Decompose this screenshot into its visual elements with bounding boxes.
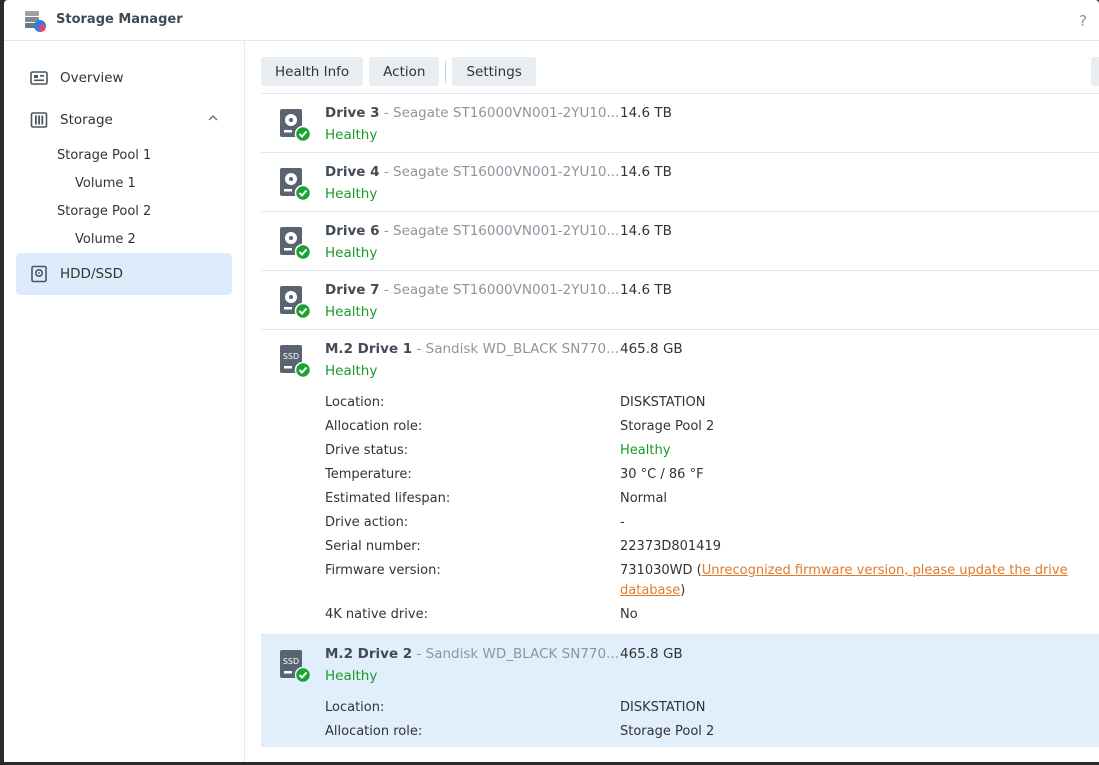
drive-title: Drive 7 — [325, 282, 380, 298]
detail-value-location: DISKSTATION — [620, 395, 706, 410]
sidebar-item-label: Storage — [60, 112, 113, 128]
chevron-up-icon[interactable] — [208, 113, 218, 123]
ssd-healthy-icon: SSD — [280, 650, 311, 683]
detail-value-drive-status: Healthy — [620, 443, 671, 458]
storage-manager-app-icon — [25, 11, 46, 32]
drive-name: M.2 Drive 2 - Sandisk WD_BLACK SN770... — [325, 646, 619, 662]
detail-label-location: Location: — [325, 395, 385, 410]
sidebar-item-hdd-ssd[interactable]: HDD/SSD — [16, 253, 232, 295]
detail-label-location: Location: — [325, 700, 385, 715]
drive-size: 14.6 TB — [620, 282, 672, 298]
detail-label-firmware: Firmware version: — [325, 563, 441, 578]
drive-name: Drive 6 - Seagate ST16000VN001-2YU10... — [325, 223, 619, 239]
overview-icon — [30, 71, 48, 85]
drive-status: Healthy — [325, 127, 378, 143]
hdd-healthy-icon — [280, 227, 311, 260]
drive-title: Drive 4 — [325, 164, 380, 180]
detail-label-temperature: Temperature: — [325, 467, 412, 482]
drive-status: Healthy — [325, 186, 378, 202]
drive-status: Healthy — [325, 304, 378, 320]
drive-name: Drive 7 - Seagate ST16000VN001-2YU10... — [325, 282, 619, 298]
detail-label-serial: Serial number: — [325, 539, 421, 554]
drive-size: 465.8 GB — [620, 646, 683, 662]
action-button[interactable]: Action — [369, 57, 440, 86]
drive-model: - Seagate ST16000VN001-2YU10... — [379, 282, 620, 298]
hdd-healthy-icon — [280, 286, 311, 319]
drive-title: Drive 6 — [325, 223, 380, 239]
main-content: Health Info Action Settings Drive 3 - Se… — [245, 41, 1099, 762]
sidebar-item-overview[interactable]: Overview — [16, 57, 232, 99]
detail-label-drive-status: Drive status: — [325, 443, 409, 458]
sidebar-item-label: HDD/SSD — [60, 266, 124, 282]
drive-row-expanded[interactable]: SSD M.2 Drive 1 - Sandisk WD_BLACK SN770… — [261, 330, 1099, 635]
drive-model: - Sandisk WD_BLACK SN770... — [412, 341, 619, 357]
drive-size: 465.8 GB — [620, 341, 683, 357]
detail-value-serial: 22373D801419 — [620, 539, 721, 554]
drive-size: 14.6 TB — [620, 223, 672, 239]
drive-status: Healthy — [325, 363, 378, 379]
sidebar-item-storage[interactable]: Storage — [16, 99, 232, 141]
hdd-icon — [31, 265, 47, 283]
title-bar: Storage Manager ? — [4, 0, 1099, 41]
drive-status: Healthy — [325, 668, 378, 684]
toolbar: Health Info Action Settings — [261, 57, 542, 86]
drive-title: M.2 Drive 2 — [325, 646, 413, 662]
detail-label-lifespan: Estimated lifespan: — [325, 491, 451, 506]
ssd-healthy-icon: SSD — [280, 345, 311, 378]
detail-label-allocation: Allocation role: — [325, 724, 423, 739]
sidebar-item-label: Overview — [60, 70, 124, 86]
detail-value-lifespan: Normal — [620, 491, 668, 506]
drive-list: Drive 3 - Seagate ST16000VN001-2YU10... … — [261, 93, 1099, 762]
sidebar-item-storage-pool-1[interactable]: Storage Pool 1 — [57, 148, 151, 163]
drive-row[interactable]: Drive 3 - Seagate ST16000VN001-2YU10... … — [261, 94, 1099, 153]
storage-manager-window: Storage Manager ? Overview Storage Stora… — [4, 0, 1099, 762]
firmware-update-link-cont[interactable]: database — [620, 583, 680, 598]
drive-row-selected[interactable]: SSD M.2 Drive 2 - Sandisk WD_BLACK SN770… — [261, 635, 1099, 747]
detail-value-allocation: Storage Pool 2 — [620, 419, 715, 434]
help-button[interactable]: ? — [1079, 12, 1087, 30]
ssd-badge-text: SSD — [283, 657, 299, 666]
detail-value-firmware: 731030WD (Unrecognized firmware version,… — [620, 561, 1090, 601]
firmware-version: 731030WD ( — [620, 563, 702, 578]
drive-model: - Seagate ST16000VN001-2YU10... — [379, 223, 620, 239]
detail-value-temperature: 30 °C / 86 °F — [620, 467, 704, 482]
firmware-close-paren: ) — [680, 583, 686, 598]
drive-row[interactable]: Drive 4 - Seagate ST16000VN001-2YU10... … — [261, 153, 1099, 212]
drive-row[interactable]: Drive 7 - Seagate ST16000VN001-2YU10... … — [261, 271, 1099, 330]
drive-status: Healthy — [325, 245, 378, 261]
settings-button[interactable]: Settings — [452, 57, 536, 86]
drive-row[interactable]: Drive 6 - Seagate ST16000VN001-2YU10... … — [261, 212, 1099, 271]
sidebar: Overview Storage Storage Pool 1 Volume 1… — [4, 41, 245, 762]
drive-model: - Seagate ST16000VN001-2YU10... — [379, 164, 620, 180]
drive-title: Drive 3 — [325, 105, 380, 121]
drive-model: - Sandisk WD_BLACK SN770... — [412, 646, 619, 662]
hdd-healthy-icon — [280, 168, 311, 201]
drive-model: - Seagate ST16000VN001-2YU10... — [379, 105, 620, 121]
ssd-badge-text: SSD — [283, 352, 299, 361]
detail-value-4k-native: No — [620, 607, 638, 622]
detail-label-drive-action: Drive action: — [325, 515, 409, 530]
sidebar-item-storage-pool-2[interactable]: Storage Pool 2 — [57, 204, 151, 219]
drive-size: 14.6 TB — [620, 164, 672, 180]
drive-title: M.2 Drive 1 — [325, 341, 413, 357]
detail-value-location: DISKSTATION — [620, 700, 706, 715]
drive-name: Drive 3 - Seagate ST16000VN001-2YU10... — [325, 105, 619, 121]
storage-icon — [30, 112, 48, 128]
firmware-update-link[interactable]: Unrecognized firmware version, please up… — [702, 563, 1068, 578]
drive-size: 14.6 TB — [620, 105, 672, 121]
sidebar-item-volume-1[interactable]: Volume 1 — [75, 176, 136, 191]
detail-value-allocation: Storage Pool 2 — [620, 724, 715, 739]
drive-name: Drive 4 - Seagate ST16000VN001-2YU10... — [325, 164, 619, 180]
window-title: Storage Manager — [56, 12, 183, 27]
toolbar-more-button[interactable] — [1091, 57, 1099, 86]
detail-label-4k-native: 4K native drive: — [325, 607, 428, 622]
drive-name: M.2 Drive 1 - Sandisk WD_BLACK SN770... — [325, 341, 619, 357]
sidebar-item-volume-2[interactable]: Volume 2 — [75, 232, 136, 247]
detail-label-allocation: Allocation role: — [325, 419, 423, 434]
hdd-healthy-icon — [280, 109, 311, 142]
toolbar-divider — [445, 60, 447, 83]
detail-value-drive-action: - — [620, 515, 625, 530]
health-info-button[interactable]: Health Info — [261, 57, 364, 86]
